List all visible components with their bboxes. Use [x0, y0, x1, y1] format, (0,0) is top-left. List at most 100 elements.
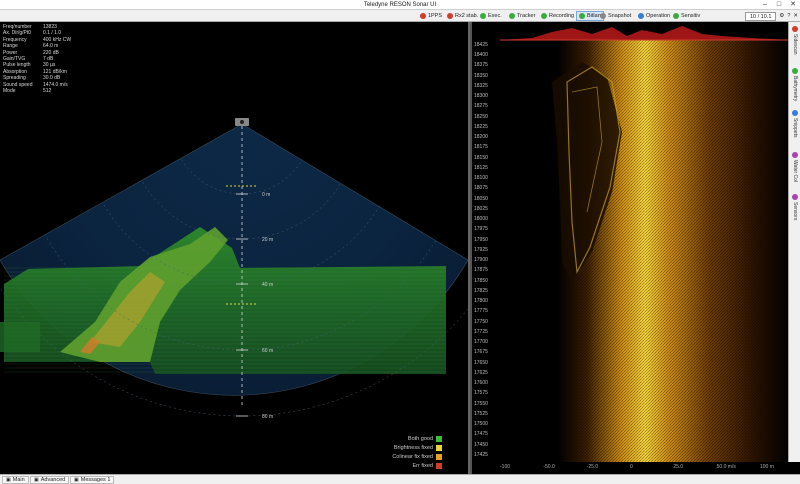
window-title: Teledyne RESON Sonar UI [363, 2, 437, 8]
ping-tick-label: 17550 [474, 400, 488, 407]
status-tab-main[interactable]: ▣ Main [2, 476, 29, 484]
toolbar-item-rx2-stab-[interactable]: Rx2 stab. [447, 11, 478, 21]
ping-tick-label: 17700 [474, 339, 488, 346]
legend-swatch [436, 444, 442, 451]
legend-item: Colinear fix fixed [392, 452, 442, 461]
ping-tick-label: 17900 [474, 257, 488, 264]
ping-tick-label: 17925 [474, 246, 488, 253]
toolbar-item-1pps[interactable]: 1PPS [420, 11, 442, 21]
ping-tick-label: 18025 [474, 205, 488, 212]
ping-tick-label: 17625 [474, 369, 488, 376]
toolbar-item-operation[interactable]: Operation [638, 11, 670, 21]
seafloor-texture [4, 266, 446, 374]
ping-tick-label: 17775 [474, 308, 488, 315]
status-dot-icon [673, 13, 679, 19]
ping-tick-label: 17475 [474, 431, 488, 438]
side-tab-label: Sidescan [792, 34, 798, 55]
toolbar-item-exec-[interactable]: Exec. [480, 11, 502, 21]
status-tab-messages-1[interactable]: ▣ Messages 1 [70, 476, 115, 484]
toolbar-item-label: 1PPS [428, 13, 443, 19]
legend-item: Both good [392, 434, 442, 443]
transducer-dot [240, 120, 244, 124]
toolbar-item-tracker[interactable]: Tracker [509, 11, 535, 21]
side-tab-sensors[interactable]: Sensors [790, 194, 800, 220]
ping-tick-label: 17825 [474, 287, 488, 294]
amplitude-profile [500, 26, 788, 40]
side-tabs: Sidescan Bathymetry Snippets Water Col Senso… [788, 22, 800, 462]
help-icon[interactable]: ? [787, 13, 790, 19]
status-dot-icon [509, 13, 515, 19]
toolbar-item-label: Exec. [488, 13, 502, 19]
range-label: 60 m [262, 348, 273, 354]
close-icon[interactable]: ✕ [786, 0, 800, 10]
legend-label: Err fixed [412, 462, 433, 469]
side-tab-label: Snippets [792, 118, 798, 138]
status-tab-label: Messages 1 [80, 477, 111, 483]
side-tab-label: Water Col [792, 160, 798, 183]
toolbar-right: 10 / 10.1 ⚙ ? ✕ [744, 11, 798, 21]
side-tab-bathymetry[interactable]: Bathymetry [790, 68, 800, 101]
ping-tick-label: 17425 [474, 451, 488, 458]
sidescan-icon [792, 26, 798, 32]
sonar-window: Teledyne RESON Sonar UI – □ ✕ 1PPS Rx2 st… [0, 0, 800, 484]
sensors-icon [792, 194, 798, 200]
ping-tick-label: 17800 [474, 298, 488, 305]
range-label: 0 m [262, 192, 270, 198]
maximize-icon[interactable]: □ [772, 0, 786, 10]
main-icon: ▣ [6, 477, 11, 483]
legend-label: Both good [407, 435, 433, 442]
ping-tick-label: 18175 [474, 144, 488, 151]
side-tab-sidescan[interactable]: Sidescan [790, 26, 800, 55]
toolbar-item-label: Operation [646, 13, 671, 19]
toolbar-item-snapshot[interactable]: Snapshot [600, 11, 631, 21]
param-row: Mode 512 [3, 88, 71, 94]
status-dot-icon [579, 13, 585, 19]
toolbar-item-label: Recording [549, 13, 575, 19]
snippets-icon [792, 110, 798, 116]
minimize-icon[interactable]: – [758, 0, 772, 10]
close-panel-icon[interactable]: ✕ [793, 13, 798, 19]
legend-swatch [436, 462, 442, 469]
side-tab-label: Bathymetry [792, 76, 798, 102]
status-tab-label: Advanced [40, 477, 66, 483]
range-tick-label: 0 [630, 464, 633, 470]
side-tab-snippets[interactable]: Snippets [790, 110, 800, 137]
sidescan-display [500, 26, 788, 462]
ping-tick-label: 17450 [474, 441, 488, 448]
ping-tick-label: 18250 [474, 113, 488, 120]
ping-tick-label: 18350 [474, 72, 488, 79]
range-select[interactable]: 10 / 10.1 [744, 11, 777, 21]
toolbar-item-label: Rx2 stab. [455, 13, 479, 19]
range-label: 40 m [262, 282, 273, 288]
param-key: Mode [3, 88, 16, 95]
ping-tick-label: 18200 [474, 134, 488, 141]
settings-icon[interactable]: ⚙ [779, 13, 784, 19]
status-dot-icon [600, 13, 606, 19]
range-tick-label: -100 [500, 464, 511, 470]
range-tick-label: 100 m [760, 464, 774, 470]
ping-tick-label: 17975 [474, 226, 488, 233]
legend-label: Colinear fix fixed [392, 453, 433, 460]
ping-tick-label: 17850 [474, 277, 488, 284]
legend-item: Brightness fixed [392, 443, 442, 452]
ping-tick-label: 18075 [474, 185, 488, 192]
ping-tick-label: 17650 [474, 359, 488, 366]
toolbar-item-recording[interactable]: Recording [541, 11, 574, 21]
watercol-icon [792, 152, 798, 158]
status-dot-icon [420, 13, 426, 19]
ping-tick-label: 17950 [474, 236, 488, 243]
range-tick-label: 50.0 m/s [716, 464, 736, 470]
toolbar-item-sensitiv[interactable]: Sensitiv [673, 11, 700, 21]
legend-swatch [436, 435, 442, 442]
side-tab-label: Sensors [792, 202, 798, 221]
status-dot-icon [541, 13, 547, 19]
ping-tick-label: 18375 [474, 62, 488, 69]
status-dot-icon [447, 13, 453, 19]
status-tab-advanced[interactable]: ▣ Advanced [30, 476, 70, 484]
wedge-view[interactable]: 0 m 20 m 40 m 60 m 80 m Freq/number 13823 Ax. … [0, 22, 468, 474]
sidescan-view[interactable]: 18425 18400 18375 18350 18325 18300 18275 18250… [470, 22, 788, 474]
edge-return [0, 322, 40, 352]
ping-tick-label: 17725 [474, 328, 488, 335]
side-tab-water-col[interactable]: Water Col [790, 152, 800, 182]
quality-legend: Both good Brightness fixed Colinear fix fi… [392, 434, 442, 470]
